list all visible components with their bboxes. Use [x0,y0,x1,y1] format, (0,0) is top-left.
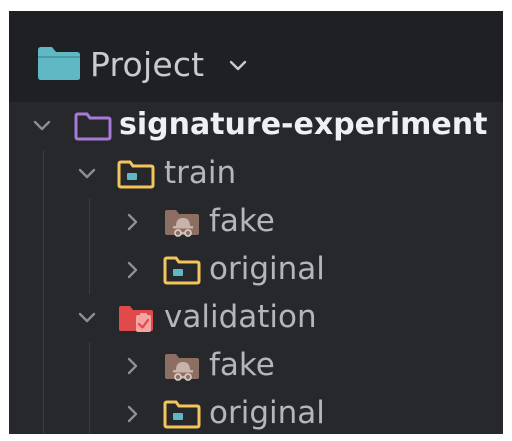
tree-label-original: original [209,251,325,287]
chevron-right-icon[interactable] [122,403,144,425]
chevron-down-icon[interactable] [76,163,98,185]
chevron-down-icon[interactable] [31,115,53,137]
tree-label-fake: fake [209,203,275,239]
excluded-folder-icon [162,349,202,383]
tree-label-fake: fake [209,347,275,383]
chevron-down-icon[interactable] [227,55,249,77]
tree-row-validation[interactable]: validation [9,294,503,342]
tree-label-signature-experiment: signature-experiment [119,107,488,142]
module-folder-icon [73,109,113,143]
tree-row-train[interactable]: train [9,150,503,198]
tree-label-train: train [164,155,237,191]
tree-row-signature-experiment[interactable]: signature-experiment [9,102,503,150]
resource-folder-icon [162,253,202,287]
project-folder-icon [36,44,82,82]
tree-row-validation-fake[interactable]: fake [9,342,503,390]
chevron-right-icon[interactable] [122,211,144,233]
project-tool-window: Project signature-experiment train fake … [9,11,503,434]
tree-row-train-fake[interactable]: fake [9,198,503,246]
tree-row-train-original[interactable]: original [9,246,503,294]
project-tree: signature-experiment train fake original… [9,102,503,434]
chevron-right-icon[interactable] [122,259,144,281]
resource-folder-icon [162,397,202,431]
excluded-folder-icon [162,205,202,239]
project-header: Project [9,11,503,102]
chevron-down-icon[interactable] [76,307,98,329]
project-view-title[interactable]: Project [90,45,204,85]
resource-folder-icon [116,157,156,191]
tree-row-validation-original[interactable]: original [9,390,503,434]
test-folder-icon [116,301,156,335]
chevron-right-icon[interactable] [122,355,144,377]
tree-label-validation: validation [164,299,317,335]
tree-label-original: original [209,395,325,431]
